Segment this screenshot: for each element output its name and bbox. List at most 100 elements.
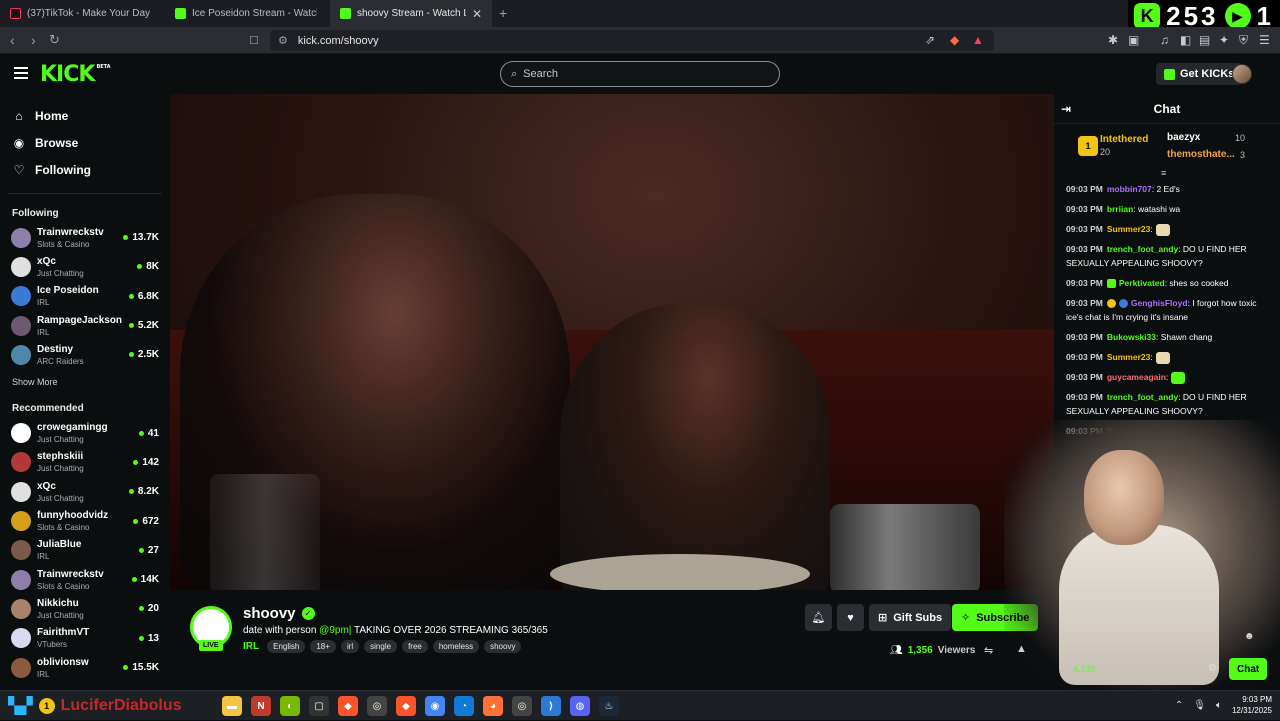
microphone-icon[interactable]: 🎙︎ <box>1193 700 1206 711</box>
channel-item[interactable]: stephskiii Just Chatting 142 <box>0 448 170 477</box>
news-icon[interactable]: N <box>251 696 271 716</box>
steam-icon[interactable]: ♨ <box>599 696 619 716</box>
message-username[interactable]: trench_foot_andy <box>1107 244 1178 254</box>
chat-send-button[interactable]: Chat <box>1229 658 1268 680</box>
search-input[interactable]: ⌕ Search <box>500 61 780 87</box>
channel-item[interactable]: oblivionsw IRL 15.5K <box>0 653 170 682</box>
channel-item[interactable]: funnyhoodvidz Slots & Casino 672 <box>0 506 170 535</box>
nav-home[interactable]: ⌂ Home <box>0 102 170 129</box>
message-username[interactable]: mobbin707 <box>1107 184 1152 194</box>
vscode-icon[interactable]: ⟩ <box>541 696 561 716</box>
kick-logo[interactable]: KICK BETA <box>40 62 111 87</box>
edge-icon[interactable]: ◔ <box>454 696 474 716</box>
discord-icon[interactable]: ◍ <box>570 696 590 716</box>
user-avatar[interactable] <box>1232 64 1252 84</box>
reload-icon[interactable]: ↻ <box>49 32 60 48</box>
tag-chip[interactable]: English <box>267 640 306 653</box>
site-info-icon[interactable]: ⚙ <box>278 34 288 47</box>
emoji-icon[interactable]: ☻ <box>1244 631 1255 642</box>
channel-item[interactable]: Trainwreckstv Slots & Casino 13.7K <box>0 223 170 252</box>
streamer-name[interactable]: shoovy ✓ <box>243 605 315 622</box>
brave-rewards-icon[interactable]: ▲ <box>972 33 984 47</box>
brave-icon[interactable]: ◆ <box>396 696 416 716</box>
gift-subs-button[interactable]: ⊞ Gift Subs <box>869 604 952 631</box>
new-tab-button[interactable]: + <box>499 5 507 21</box>
tab-tiktok[interactable]: (37)TikTok - Make Your Day <box>0 0 165 27</box>
channel-item[interactable]: xQc Just Chatting 8K <box>0 252 170 281</box>
back-icon[interactable]: ‹ <box>10 32 15 48</box>
channel-item[interactable]: FairithmVT VTubers 13 <box>0 624 170 653</box>
message-username[interactable]: Perktivated <box>1119 278 1165 288</box>
nav-browse[interactable]: ◉ Browse <box>0 129 170 156</box>
message-username[interactable]: Summer23 <box>1107 352 1150 362</box>
tag-chip[interactable]: homeless <box>432 640 480 653</box>
tag-chip[interactable]: shoovy <box>484 640 522 653</box>
pinned-toggle-icon[interactable]: ≡ <box>1161 168 1166 178</box>
address-bar[interactable]: ⚙ kick.com/shoovy <box>270 30 994 51</box>
notification-bell-button[interactable]: 🔔︎ <box>805 604 832 631</box>
tab-ice-poseidon[interactable]: Ice Poseidon Stream - Watch Live <box>165 0 330 27</box>
bookmark-icon[interactable]: ☐ <box>249 34 259 47</box>
channel-item[interactable]: xQc Just Chatting 8.2K <box>0 477 170 506</box>
obs-icon[interactable]: ◎ <box>367 696 387 716</box>
screenshot-icon[interactable]: ▣ <box>1128 33 1139 47</box>
collapse-chat-icon[interactable]: ⇥ <box>1061 102 1071 116</box>
channel-item[interactable]: RampageJackson IRL 5.2K <box>0 311 170 340</box>
obs-icon[interactable]: ◎ <box>512 696 532 716</box>
leader-name[interactable]: themosthate... <box>1167 149 1235 160</box>
sidebar-toggle-icon[interactable]: ◧ <box>1180 33 1191 47</box>
music-icon[interactable]: ♫ <box>1160 33 1169 47</box>
hamburger-menu-icon[interactable] <box>14 67 28 79</box>
tag-chip[interactable]: 18+ <box>310 640 336 653</box>
leader-name[interactable]: baezyx <box>1167 132 1200 143</box>
channel-item[interactable]: Destiny ARC Raiders 2.5K <box>0 340 170 369</box>
leader-name[interactable]: Intethered <box>1100 134 1148 145</box>
message-username[interactable]: Bukowski33 <box>1107 332 1156 342</box>
nav-following[interactable]: ♡ Following <box>0 156 170 183</box>
speaker-icon[interactable]: 🔈︎ <box>1216 700 1222 711</box>
close-tab-icon[interactable]: ✕ <box>472 7 482 21</box>
system-tray: ⌃ 🎙︎ 🔈︎ 9:03 PM 12/31/2025 <box>1175 694 1272 716</box>
vpn-icon[interactable]: ⛨ <box>1239 33 1248 48</box>
channel-viewers: 15.5K <box>123 662 159 673</box>
extension-icon[interactable]: ✱ <box>1108 33 1118 47</box>
wallet-icon[interactable]: ▤ <box>1199 33 1210 47</box>
message-username[interactable]: trench_foot_andy <box>1107 392 1178 402</box>
chrome-icon[interactable]: ◉ <box>425 696 445 716</box>
brave-shields-icon[interactable]: ◆ <box>950 33 959 47</box>
tag-chip[interactable]: single <box>364 640 398 653</box>
category-link[interactable]: IRL <box>243 641 259 652</box>
brave-icon[interactable]: ◆ <box>338 696 358 716</box>
video-frame-plate <box>550 554 810 590</box>
channel-item[interactable]: JuliaBlue IRL 27 <box>0 536 170 565</box>
message-username[interactable]: Summer23 <box>1107 224 1150 234</box>
channel-category: Slots & Casino <box>37 239 90 249</box>
leo-icon[interactable]: ✦ <box>1219 33 1229 47</box>
chat-settings-icon[interactable]: ⚙ <box>1208 663 1217 674</box>
message-username[interactable]: brriian <box>1107 204 1133 214</box>
clock[interactable]: 9:03 PM 12/31/2025 <box>1232 694 1272 716</box>
share-page-icon[interactable]: ⇗ <box>925 33 935 47</box>
nvidia-icon[interactable]: ◐ <box>280 696 300 716</box>
share-icon[interactable]: ⇋ <box>984 644 993 657</box>
taskbar: ▚▞ 1 LuciferDiabolus ▬ N ◐ ▢ ◆ ◎ ◆ ◉ ◔ ◕ ◎ ⟩ ◍ ♨ ⌃ 🎙︎… <box>0 690 1280 720</box>
follow-button[interactable]: ♥ <box>837 604 864 631</box>
get-kicks-button[interactable]: Get KICKs <box>1156 63 1243 85</box>
channel-item[interactable]: Trainwreckstv Slots & Casino 14K <box>0 565 170 594</box>
show-more-link[interactable]: Show More <box>0 377 170 387</box>
message-username[interactable]: GenghisFloyd <box>1131 298 1188 308</box>
folder-icon[interactable]: ▬ <box>222 696 242 716</box>
forward-icon[interactable]: › <box>31 32 36 48</box>
chevron-up-icon[interactable]: ⌃ <box>1175 700 1183 711</box>
tab-shoovy[interactable]: shoovy Stream - Watch Live ✕ <box>330 0 492 27</box>
video-player[interactable] <box>170 94 1054 590</box>
terminal-icon[interactable]: ▢ <box>309 696 329 716</box>
firefox-icon[interactable]: ◕ <box>483 696 503 716</box>
menu-icon[interactable]: ☰ <box>1259 33 1270 47</box>
tag-chip[interactable]: irl <box>340 640 360 653</box>
channel-item[interactable]: crowegamingg Just Chatting 41 <box>0 418 170 447</box>
message-username[interactable]: guycameagain <box>1107 372 1166 382</box>
channel-item[interactable]: Ice Poseidon IRL 6.8K <box>0 282 170 311</box>
channel-item[interactable]: Nikkichu Just Chatting 20 <box>0 594 170 623</box>
tag-chip[interactable]: free <box>402 640 428 653</box>
